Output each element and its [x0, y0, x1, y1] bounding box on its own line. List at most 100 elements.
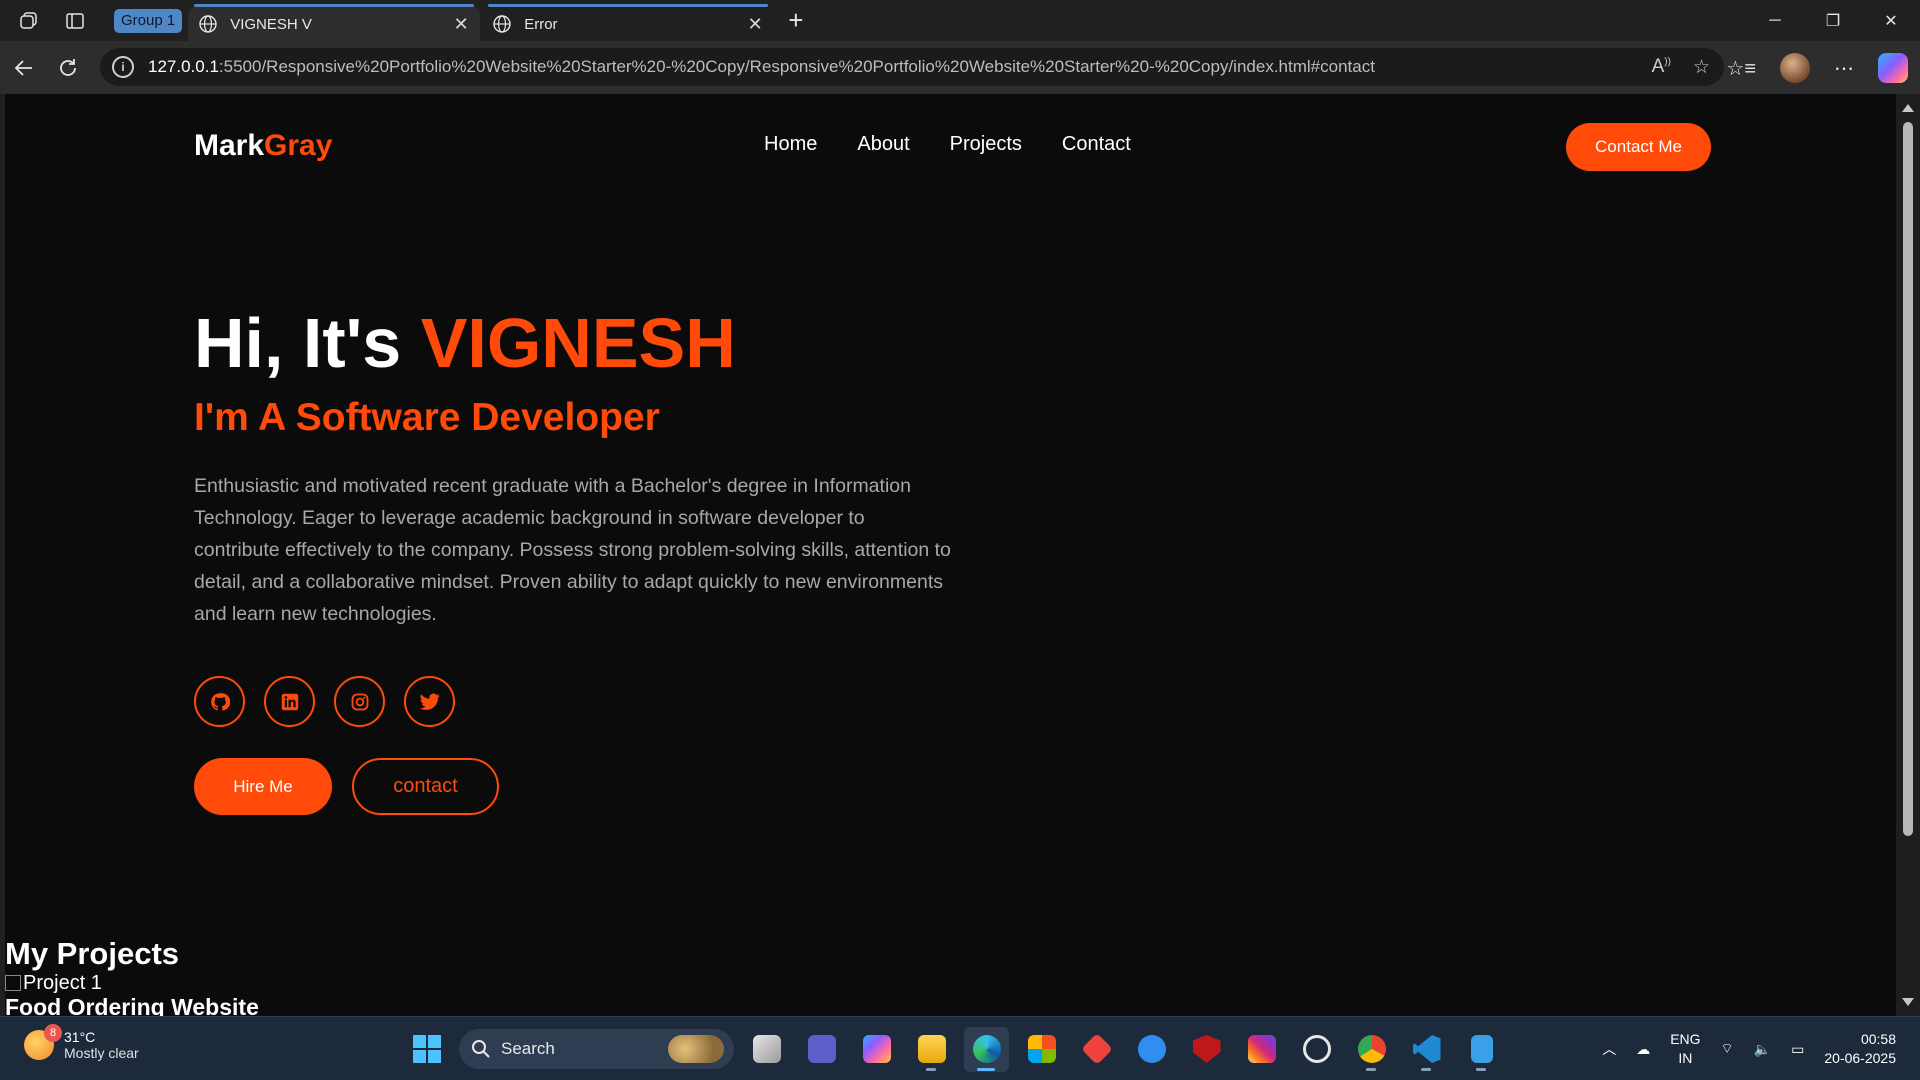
site-logo[interactable]: MarkGray — [194, 129, 332, 163]
language-indicator[interactable]: ENG IN — [1670, 1030, 1700, 1068]
weather-badge: 8 — [44, 1024, 62, 1042]
scroll-down-icon[interactable] — [1902, 998, 1914, 1006]
site-nav: Home About Projects Contact — [764, 133, 1131, 156]
tab-group-line — [194, 4, 475, 7]
close-window-button[interactable]: ✕ — [1862, 0, 1920, 41]
restore-button[interactable]: ❐ — [1804, 0, 1862, 41]
favorites-icon[interactable]: ☆≡ — [1726, 56, 1756, 81]
github-link[interactable] — [194, 676, 245, 727]
search-icon — [472, 1040, 490, 1058]
scroll-thumb[interactable] — [1903, 122, 1913, 836]
store-app[interactable] — [1019, 1027, 1064, 1072]
start-button[interactable] — [404, 1027, 449, 1072]
hire-me-button[interactable]: Hire Me — [194, 758, 332, 815]
instagram-app-icon — [1247, 1035, 1276, 1063]
store-icon — [1027, 1035, 1056, 1063]
windows-logo-icon — [412, 1035, 441, 1063]
back-arrow-icon — [14, 59, 32, 76]
read-aloud-icon[interactable]: A)) — [1652, 56, 1671, 79]
lang-top: ENG — [1670, 1031, 1701, 1047]
globe-icon — [493, 15, 511, 33]
anydesk-app[interactable] — [1074, 1027, 1119, 1072]
taskbar-apps: Search — [404, 1025, 1504, 1073]
copilot-app[interactable] — [854, 1027, 899, 1072]
close-tab-icon[interactable]: ✕ — [452, 15, 470, 33]
url-path: :5500/Responsive%20Portfolio%20Website%2… — [218, 57, 1375, 76]
url-text[interactable]: 127.0.0.1:5500/Responsive%20Portfolio%20… — [148, 57, 1375, 77]
notepad-icon — [1470, 1035, 1493, 1063]
nav-projects[interactable]: Projects — [950, 133, 1022, 156]
help-icon — [1137, 1035, 1166, 1063]
chatgpt-app[interactable] — [1294, 1027, 1339, 1072]
weather-desc: Mostly clear — [64, 1045, 139, 1061]
browser-right-tools: ☆≡ ⋯ — [1726, 50, 1908, 86]
new-tab-button[interactable]: + — [788, 5, 803, 36]
clock[interactable]: 00:58 20-06-2025 — [1824, 1030, 1896, 1068]
site-info-icon[interactable]: i — [112, 56, 134, 78]
taskbar-search[interactable]: Search — [459, 1029, 734, 1069]
chatgpt-icon — [1302, 1035, 1331, 1063]
hero-description: Enthusiastic and motivated recent gradua… — [194, 475, 951, 625]
window-controls: ─ ❐ ✕ — [1746, 0, 1920, 41]
hero-subtitle: I'm A Software Developer — [194, 396, 660, 439]
task-view-button[interactable] — [744, 1027, 789, 1072]
close-tab-icon[interactable]: ✕ — [746, 15, 764, 33]
linkedin-link[interactable] — [264, 676, 315, 727]
vscode-app[interactable] — [1404, 1027, 1449, 1072]
copilot-icon[interactable] — [1878, 53, 1908, 83]
project-image-broken: Project 1 — [5, 972, 259, 994]
vscode-icon — [1412, 1035, 1441, 1063]
onedrive-icon[interactable]: ☁ — [1636, 1041, 1650, 1058]
tray-chevron-icon[interactable]: ︿ — [1602, 1039, 1616, 1059]
page-scrollbar[interactable] — [1896, 94, 1920, 1016]
instagram-app[interactable] — [1239, 1027, 1284, 1072]
project-image-alt: Project 1 — [23, 972, 102, 994]
chrome-app[interactable] — [1349, 1027, 1394, 1072]
reload-button[interactable] — [44, 48, 92, 88]
scroll-up-icon[interactable] — [1902, 104, 1914, 112]
url-host: 127.0.0.1 — [148, 57, 219, 76]
social-links — [194, 676, 954, 727]
url-bar[interactable]: i 127.0.0.1:5500/Responsive%20Portfolio%… — [100, 48, 1724, 86]
logo-accent: Gray — [264, 129, 333, 162]
tab-group-chip[interactable]: Group 1 — [114, 8, 183, 33]
battery-icon[interactable]: ▭ — [1791, 1041, 1804, 1058]
back-button[interactable] — [0, 48, 48, 88]
tab-error[interactable]: Error ✕ — [482, 4, 774, 41]
site-header: MarkGray Home About Projects Contact Con… — [194, 123, 1714, 173]
tab-title: Error — [524, 15, 558, 33]
linkedin-icon — [281, 693, 298, 710]
profile-avatar[interactable] — [1780, 53, 1810, 83]
nav-home[interactable]: Home — [764, 133, 817, 156]
tab-actions-icon[interactable] — [62, 8, 88, 34]
twitter-link[interactable] — [404, 676, 455, 727]
nav-about[interactable]: About — [857, 133, 909, 156]
workspaces-icon[interactable] — [16, 8, 42, 34]
teams-app[interactable] — [799, 1027, 844, 1072]
wifi-icon[interactable]: ⌔ — [1721, 1040, 1734, 1058]
folder-icon — [917, 1035, 946, 1063]
favorite-star-icon[interactable]: ☆ — [1693, 56, 1710, 79]
help-app[interactable] — [1129, 1027, 1174, 1072]
volume-icon[interactable]: 🔈 — [1754, 1041, 1771, 1058]
search-highlight-image — [668, 1035, 724, 1063]
address-toolbar: i 127.0.0.1:5500/Responsive%20Portfolio%… — [0, 41, 1920, 94]
tab-title: VIGNESH V — [230, 15, 312, 33]
nav-contact[interactable]: Contact — [1062, 133, 1131, 156]
minimize-button[interactable]: ─ — [1746, 0, 1804, 41]
github-icon — [210, 692, 230, 711]
hero-greeting: Hi, It's — [194, 304, 421, 382]
contact-button[interactable]: contact — [352, 758, 499, 815]
notepad-app[interactable] — [1459, 1027, 1504, 1072]
edge-app[interactable] — [964, 1026, 1009, 1072]
page-viewport: MarkGray Home About Projects Contact Con… — [5, 94, 1896, 1016]
more-menu-icon[interactable]: ⋯ — [1834, 56, 1854, 81]
file-explorer-app[interactable] — [909, 1027, 954, 1072]
projects-section: My Projects Project 1 Food Ordering Webs… — [5, 936, 259, 1016]
instagram-link[interactable] — [334, 676, 385, 727]
weather-icon: 8 — [24, 1024, 62, 1060]
contact-me-button[interactable]: Contact Me — [1566, 123, 1711, 171]
mcafee-app[interactable] — [1184, 1027, 1229, 1072]
weather-widget[interactable]: 8 31°C Mostly clear — [24, 1024, 139, 1061]
tab-vignesh[interactable]: VIGNESH V ✕ — [188, 4, 481, 41]
